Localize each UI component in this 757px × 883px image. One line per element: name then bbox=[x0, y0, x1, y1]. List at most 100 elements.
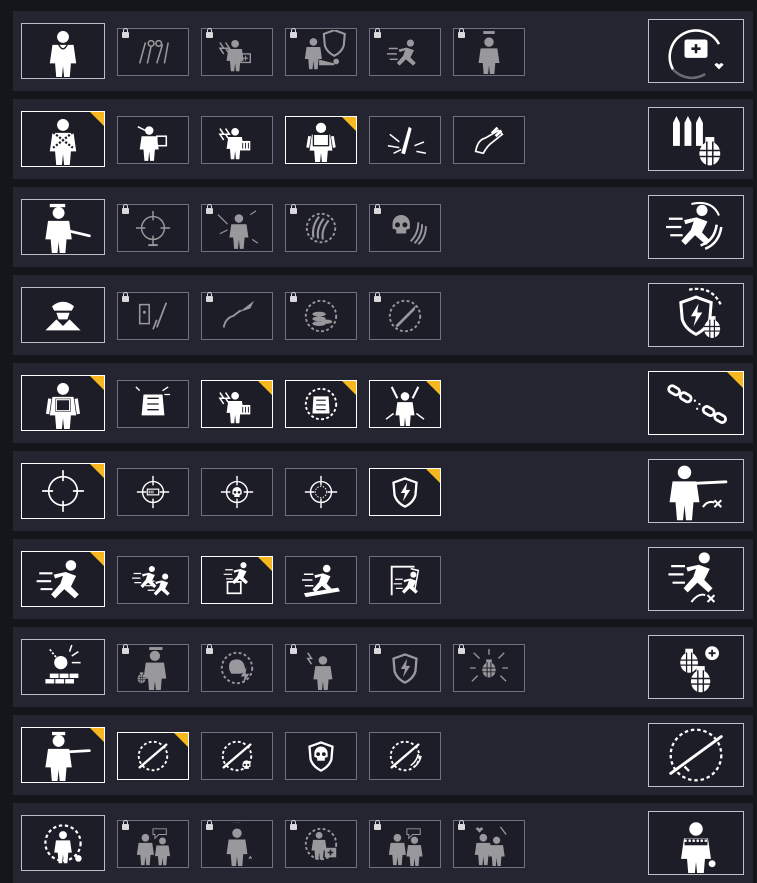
perk-assault-3[interactable] bbox=[285, 204, 357, 252]
selected-corner-marker bbox=[727, 372, 743, 388]
perk-support-1[interactable] bbox=[117, 116, 189, 164]
shocked-soldier-icon bbox=[306, 652, 333, 690]
sprint-slide-icon bbox=[386, 39, 416, 66]
perk-morale-5[interactable] bbox=[453, 820, 525, 868]
perk-sniper-1[interactable] bbox=[117, 468, 189, 516]
perk-engineer-4[interactable] bbox=[369, 380, 441, 428]
lock-icon bbox=[122, 28, 129, 38]
perk-engineer-3[interactable] bbox=[285, 380, 357, 428]
perk-morale-3[interactable] bbox=[285, 820, 357, 868]
perk-demolition-2[interactable] bbox=[201, 644, 273, 692]
main-perk-scout[interactable] bbox=[21, 551, 105, 607]
perk-engineer-1[interactable] bbox=[117, 380, 189, 428]
special-perk-sniper[interactable] bbox=[648, 459, 744, 523]
main-perk-morale[interactable] bbox=[21, 815, 105, 871]
special-perk-support[interactable] bbox=[648, 107, 744, 171]
perk-sniper-4[interactable] bbox=[369, 468, 441, 516]
crosshair-battery-icon bbox=[136, 475, 170, 509]
special-perk-scout[interactable] bbox=[648, 547, 744, 611]
main-perk-spy[interactable] bbox=[21, 287, 105, 343]
perk-sniper-2[interactable] bbox=[201, 468, 273, 516]
perk-medic-3[interactable] bbox=[285, 28, 357, 76]
perk-support-3[interactable] bbox=[285, 116, 357, 164]
special-perk-morale[interactable] bbox=[648, 811, 744, 875]
main-perk-support[interactable] bbox=[21, 111, 105, 167]
shield-grenade-icon bbox=[679, 287, 723, 338]
cold-soldier-icon bbox=[681, 822, 716, 873]
ammo-throw-icon bbox=[137, 126, 168, 161]
perk-shotgunner-2[interactable] bbox=[201, 732, 273, 780]
perk-support-4[interactable] bbox=[369, 116, 441, 164]
perk-spy-4[interactable] bbox=[369, 292, 441, 340]
main-perk-sniper[interactable] bbox=[21, 463, 105, 519]
perk-shotgunner-1[interactable] bbox=[117, 732, 189, 780]
special-perk-medic[interactable] bbox=[648, 19, 744, 83]
perk-demolition-3[interactable] bbox=[285, 644, 357, 692]
lock-icon bbox=[206, 644, 213, 654]
perk-medic-1[interactable] bbox=[117, 28, 189, 76]
main-perk-assault[interactable] bbox=[21, 199, 105, 255]
perk-medic-4[interactable] bbox=[369, 28, 441, 76]
suppressed-soldier-icon bbox=[217, 210, 259, 249]
sprint-reload-icon bbox=[666, 201, 723, 251]
perk-spy-3[interactable] bbox=[285, 292, 357, 340]
perk-shotgunner-3[interactable] bbox=[285, 732, 357, 780]
field-medkit-icon bbox=[218, 39, 251, 72]
rifleman-icon bbox=[45, 203, 91, 253]
selected-corner-marker bbox=[90, 112, 104, 126]
lockpick-icon bbox=[138, 302, 168, 330]
perk-scout-3[interactable] bbox=[285, 556, 357, 604]
special-perk-shotgunner[interactable] bbox=[648, 723, 744, 787]
lock-icon bbox=[122, 204, 129, 214]
perk-medic-2[interactable] bbox=[201, 28, 273, 76]
perk-assault-4[interactable] bbox=[369, 204, 441, 252]
shotgun-reload-icon bbox=[389, 740, 422, 772]
special-perk-demolition[interactable] bbox=[648, 635, 744, 699]
lock-icon bbox=[374, 204, 381, 214]
perk-morale-2[interactable] bbox=[201, 820, 273, 868]
main-perk-shotgunner[interactable] bbox=[21, 727, 105, 783]
perk-support-2[interactable] bbox=[201, 116, 273, 164]
selected-corner-marker bbox=[342, 117, 356, 131]
perk-engineer-2[interactable] bbox=[201, 380, 273, 428]
knife-timer-icon bbox=[388, 299, 422, 333]
perk-shotgunner-4[interactable] bbox=[369, 732, 441, 780]
shouting-soldiers-icon bbox=[136, 828, 171, 866]
shotgun-skull-icon bbox=[221, 740, 253, 772]
perk-scout-1[interactable] bbox=[117, 556, 189, 604]
lock-icon bbox=[374, 644, 381, 654]
special-perk-engineer[interactable] bbox=[648, 371, 744, 435]
double-grenade-icon bbox=[680, 646, 719, 693]
perk-scout-2[interactable] bbox=[201, 556, 273, 604]
selected-corner-marker bbox=[90, 376, 104, 390]
perk-morale-1[interactable] bbox=[117, 820, 189, 868]
perk-support-5[interactable] bbox=[453, 116, 525, 164]
perk-sniper-3[interactable] bbox=[285, 468, 357, 516]
selected-corner-marker bbox=[426, 469, 440, 483]
perk-demolition-1[interactable] bbox=[117, 644, 189, 692]
perk-spy-1[interactable] bbox=[117, 292, 189, 340]
perk-morale-4[interactable] bbox=[369, 820, 441, 868]
lock-icon bbox=[290, 204, 297, 214]
knife-hand-icon bbox=[222, 300, 255, 328]
main-perk-medic[interactable] bbox=[21, 23, 105, 79]
special-perk-assault[interactable] bbox=[648, 195, 744, 259]
sprint-disabled-icon bbox=[668, 552, 716, 603]
perk-assault-1[interactable] bbox=[117, 204, 189, 252]
perk-demolition-5[interactable] bbox=[453, 644, 525, 692]
perk-demolition-4[interactable] bbox=[369, 644, 441, 692]
dive-icon bbox=[301, 564, 340, 598]
perk-scout-4[interactable] bbox=[369, 556, 441, 604]
spy-icon bbox=[45, 301, 81, 331]
vest-explosion-icon bbox=[135, 386, 171, 416]
special-perk-spy[interactable] bbox=[648, 283, 744, 347]
perk-medic-5[interactable] bbox=[453, 28, 525, 76]
perk-spy-2[interactable] bbox=[201, 292, 273, 340]
main-perk-engineer[interactable] bbox=[21, 375, 105, 431]
perk-assault-2[interactable] bbox=[201, 204, 273, 252]
heart-soldiers-icon bbox=[474, 826, 507, 866]
lock-icon bbox=[206, 292, 213, 302]
lock-icon bbox=[458, 820, 465, 830]
lock-icon bbox=[374, 820, 381, 830]
main-perk-demolition[interactable] bbox=[21, 639, 105, 695]
